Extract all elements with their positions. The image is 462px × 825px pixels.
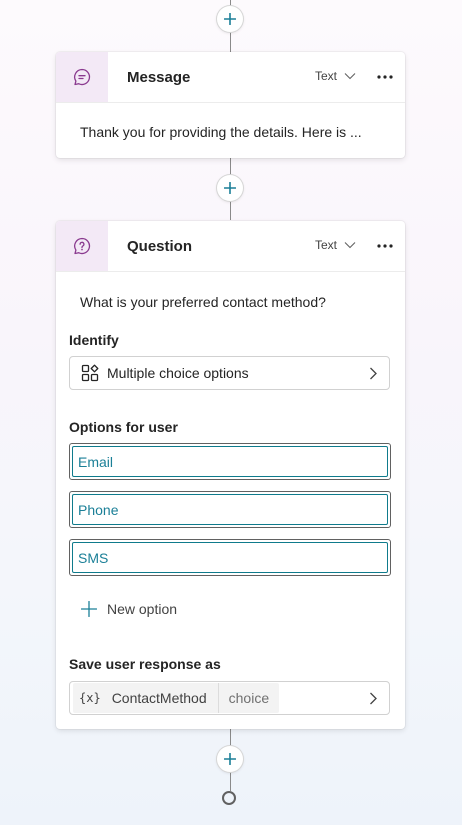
question-type-label: Text [315,238,338,252]
plus-icon [224,182,236,194]
message-node-header: Message Text [56,52,405,103]
message-type-label: Text [315,69,338,83]
variable-type: choice [228,690,270,706]
variable-icon: {x} [79,691,101,705]
plus-icon [224,13,236,25]
plus-icon [81,601,97,617]
multiple-choice-icon [81,364,99,382]
new-option-label: New option [107,601,178,617]
message-more-options-button[interactable] [374,66,396,88]
chevron-right-icon [370,692,377,705]
option-item-email[interactable]: Email [69,443,391,480]
options-label: Options for user [69,419,178,435]
identify-label: Identify [69,332,119,348]
save-response-label: Save user response as [69,656,221,672]
chat-bubble-icon [74,68,91,86]
message-preview-text[interactable]: Thank you for providing the details. Her… [80,124,362,140]
message-node-title: Message [127,68,191,86]
question-prompt-text[interactable]: What is your preferred contact method? [80,294,326,310]
question-type-dropdown[interactable]: Text [315,238,356,252]
question-node-title: Question [127,237,193,255]
option-input[interactable]: Phone [72,494,388,525]
ellipsis-icon [377,244,393,248]
end-node-icon [222,791,236,805]
message-type-dropdown[interactable]: Text [315,69,356,83]
add-node-button-middle[interactable] [217,175,243,201]
chevron-right-icon [370,367,377,380]
question-node-header: Question Text [56,221,405,272]
message-node-card[interactable]: Message Text Thank you for providing the… [56,52,405,158]
option-input[interactable]: SMS [72,542,388,573]
save-response-select[interactable]: {x} ContactMethod choice [69,681,390,715]
variable-name: ContactMethod [107,683,219,713]
option-item-phone[interactable]: Phone [69,491,391,528]
new-option-button[interactable]: New option [81,601,177,617]
ellipsis-icon [377,75,393,79]
question-bubble-icon [74,237,91,255]
option-item-sms[interactable]: SMS [69,539,391,576]
question-node-card[interactable]: Question Text What is your preferred con… [56,221,405,729]
option-input[interactable]: Email [72,446,388,477]
question-more-options-button[interactable] [374,235,396,257]
identify-select-value: Multiple choice options [107,365,249,381]
add-node-button-top[interactable] [217,6,243,32]
message-type-icon-box [56,52,108,102]
identify-select[interactable]: Multiple choice options [69,356,390,390]
variable-token: {x} ContactMethod choice [73,683,280,713]
plus-icon [224,753,236,765]
add-node-button-bottom[interactable] [217,746,243,772]
chevron-down-icon [344,73,356,80]
chevron-down-icon [344,242,356,249]
question-type-icon-box [56,221,108,271]
